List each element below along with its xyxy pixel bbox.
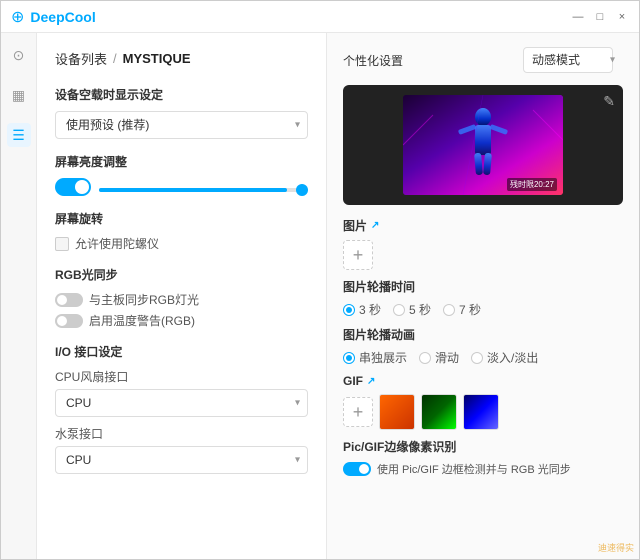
time-label-3s: 3 秒 [359,301,381,318]
anim-label-sequential: 串独展示 [359,349,407,366]
anim-radio-fade[interactable] [471,352,483,364]
preview-timer: 残时限20:27 [507,178,557,191]
preview-area: 残时限20:27 ✎ [343,85,623,205]
app-title: DeepCool [30,9,95,25]
sidebar-item-device[interactable]: ☰ [7,123,31,147]
anim-option-fade[interactable]: 淡入/淡出 [471,349,538,366]
logo-icon: ⊕ [11,7,24,27]
mode-select-wrapper: 动感模式 静态模式 呼吸模式 ▾ [523,47,623,73]
gif-link-icon[interactable]: ↗ [367,376,375,387]
close-button[interactable]: × [615,10,629,24]
brightness-slider-container [55,178,308,196]
image-section-title: 图片 ↗ [343,217,623,234]
pic-gif-toggle[interactable] [343,462,371,476]
preview-edit-icon[interactable]: ✎ [603,93,615,110]
brightness-toggle-row [55,178,308,196]
preview-image: 残时限20:27 [403,95,563,195]
gif-thumb-3[interactable] [463,394,499,430]
fan-label: CPU风扇接口 [55,368,308,385]
breadcrumb-separator: / [113,51,117,66]
anim-label-fade: 淡入/淡出 [487,349,538,366]
sidebar-item-monitor[interactable]: ▦ [7,83,31,107]
rgb-sync-toggle1-thumb [57,295,67,305]
maximize-button[interactable]: □ [593,10,607,24]
gif-thumb-2[interactable] [421,394,457,430]
add-gif-button[interactable]: + [343,397,373,427]
anim-option-sequential[interactable]: 串独展示 [343,349,407,366]
add-image-button[interactable]: + [343,240,373,270]
watermark: 迪速得实 [598,541,634,554]
time-option-3s[interactable]: 3 秒 [343,301,381,318]
pic-gif-title: Pic/GIF边缘像素识别 [343,438,623,455]
mode-select[interactable]: 动感模式 静态模式 呼吸模式 [523,47,613,73]
slideshow-time-title: 图片轮播时间 [343,278,623,295]
device-display-title: 设备空载时显示设定 [55,86,308,103]
sidebar: ⊙ ▦ ☰ [1,33,37,559]
image-link-icon[interactable]: ↗ [371,220,379,231]
rgb-sync-option1-row: 与主板同步RGB灯光 [55,291,308,308]
fan-select-wrapper: CPU ▾ [55,389,308,417]
device-display-select-wrapper: 使用预设 (推荐) ▾ [55,111,308,139]
anim-option-slide[interactable]: 滑动 [419,349,459,366]
rgb-sync-option2-row: 启用温度警告(RGB) [55,312,308,329]
rgb-sync-label2: 启用温度警告(RGB) [89,312,195,329]
brightness-toggle-thumb [75,180,89,194]
time-radio-7s[interactable] [443,304,455,316]
right-panel: 个性化设置 动感模式 静态模式 呼吸模式 ▾ [327,33,639,559]
rgb-sync-toggle2-thumb [57,316,67,326]
fan-select[interactable]: CPU [55,389,308,417]
rotation-title: 屏幕旋转 [55,210,308,227]
left-panel: 设备列表 / MYSTIQUE 设备空载时显示设定 使用预设 (推荐) ▾ 屏幕… [37,33,327,559]
pump-label: 水泵接口 [55,425,308,442]
time-options: 3 秒 5 秒 7 秒 [343,301,623,318]
main-window: ⊕ DeepCool — □ × ⊙ ▦ ☰ 设备列表 / MYSTIQUE 设… [0,0,640,560]
brightness-toggle[interactable] [55,178,91,196]
time-radio-3s[interactable] [343,304,355,316]
right-header: 个性化设置 动感模式 静态模式 呼吸模式 ▾ [343,47,623,73]
main-content: ⊙ ▦ ☰ 设备列表 / MYSTIQUE 设备空载时显示设定 使用预设 (推荐… [1,33,639,559]
animation-options: 串独展示 滑动 淡入/淡出 [343,349,623,366]
anim-radio-sequential[interactable] [343,352,355,364]
time-option-5s[interactable]: 5 秒 [393,301,431,318]
window-controls: — □ × [571,10,629,24]
sidebar-item-home[interactable]: ⊙ [7,43,31,67]
rgb-sync-label1: 与主板同步RGB灯光 [89,291,199,308]
anim-radio-slide[interactable] [419,352,431,364]
breadcrumb-current: MYSTIQUE [123,51,191,66]
pic-gif-toggle-label: 使用 Pic/GIF 边框检测并与 RGB 光同步 [377,461,571,477]
brightness-slider-fill [99,188,287,192]
rgb-sync-title: RGB光同步 [55,266,308,283]
titlebar: ⊕ DeepCool — □ × [1,1,639,33]
minimize-button[interactable]: — [571,10,585,24]
breadcrumb-prefix: 设备列表 [55,49,107,68]
gif-row: + [343,394,623,430]
rgb-sync-toggle2[interactable] [55,314,83,328]
app-logo: ⊕ DeepCool [11,7,571,27]
brightness-slider-thumb[interactable] [296,184,308,196]
device-display-select[interactable]: 使用预设 (推荐) [55,111,308,139]
anim-label-slide: 滑动 [435,349,459,366]
animation-title: 图片轮播动画 [343,326,623,343]
pump-select-wrapper: CPU ▾ [55,446,308,474]
pic-gif-section: 使用 Pic/GIF 边框检测并与 RGB 光同步 [343,461,623,477]
breadcrumb: 设备列表 / MYSTIQUE [55,49,308,68]
personalization-label: 个性化设置 [343,52,403,69]
rotation-checkbox[interactable] [55,237,69,251]
time-label-7s: 7 秒 [459,301,481,318]
gif-section-title: GIF ↗ [343,374,623,388]
time-label-5s: 5 秒 [409,301,431,318]
pic-gif-toggle-thumb [359,464,369,474]
time-radio-5s[interactable] [393,304,405,316]
brightness-slider-track[interactable] [99,188,308,192]
rotation-checkbox-label: 允许使用陀螺仪 [75,235,159,252]
pump-select[interactable]: CPU [55,446,308,474]
rotation-checkbox-row: 允许使用陀螺仪 [55,235,308,252]
gif-thumb-1[interactable] [379,394,415,430]
brightness-title: 屏幕亮度调整 [55,153,308,170]
time-option-7s[interactable]: 7 秒 [443,301,481,318]
rgb-sync-toggle1[interactable] [55,293,83,307]
io-title: I/O 接口设定 [55,343,308,360]
